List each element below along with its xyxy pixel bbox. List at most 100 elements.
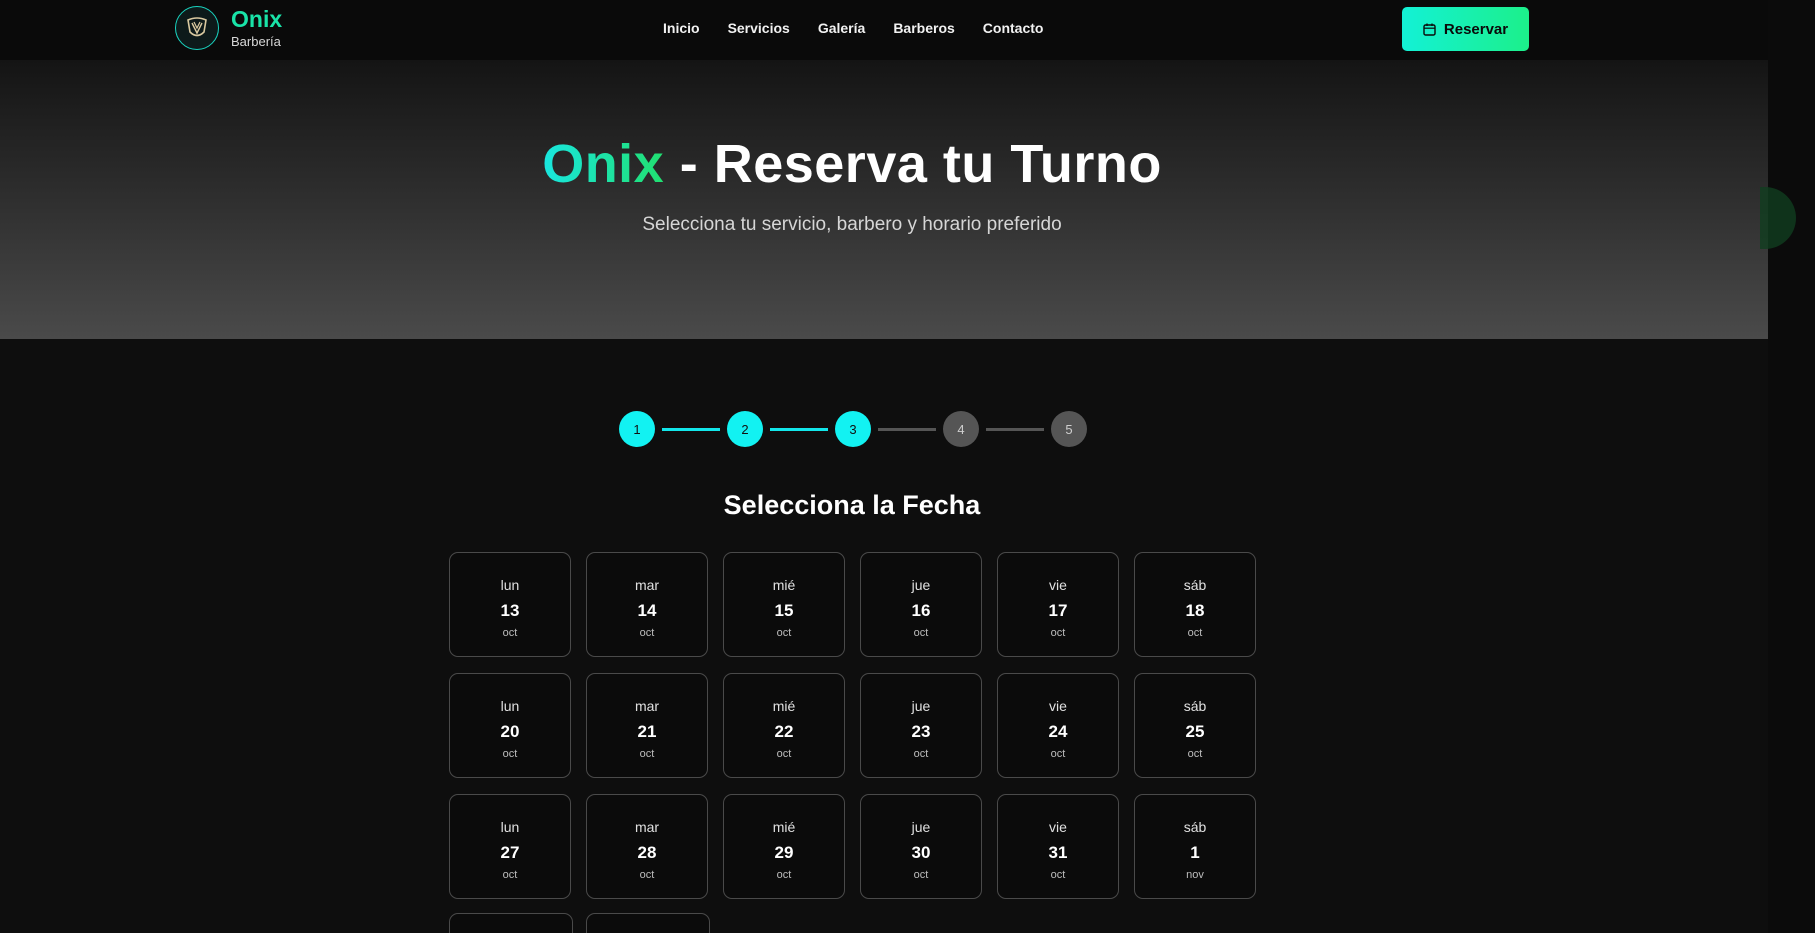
date-day-number: 1 xyxy=(1190,843,1200,862)
date-month: oct xyxy=(639,748,655,760)
nav-item-galeria[interactable]: Galería xyxy=(818,20,865,36)
step-connector xyxy=(878,427,936,431)
date-day-number: 27 xyxy=(500,843,520,862)
date-weekday: mié xyxy=(772,819,796,835)
main-nav: Inicio Servicios Galería Barberos Contac… xyxy=(663,20,1071,36)
date-day-number: 13 xyxy=(500,601,520,620)
date-day-number: 22 xyxy=(774,722,794,741)
date-weekday: jue xyxy=(911,577,931,593)
date-month: oct xyxy=(1187,748,1203,760)
date-card[interactable]: vie 17 oct xyxy=(997,552,1119,657)
date-card[interactable]: sáb 18 oct xyxy=(1134,552,1256,657)
title-rest: - Reserva tu Turno xyxy=(664,134,1162,194)
date-day-number: 17 xyxy=(1048,601,1068,620)
date-card[interactable]: mar 28 oct xyxy=(586,794,708,899)
brand-subtitle: Barbería xyxy=(231,34,281,49)
date-card-partial[interactable] xyxy=(586,913,710,933)
date-month: oct xyxy=(502,869,518,881)
date-card[interactable]: jue 16 oct xyxy=(860,552,982,657)
step-3[interactable]: 3 xyxy=(835,411,871,447)
step-connector xyxy=(770,427,828,431)
date-day-number: 14 xyxy=(637,601,657,620)
date-day-number: 23 xyxy=(911,722,931,741)
site-header: Onix Barbería Inicio Servicios Galería B… xyxy=(0,0,1768,60)
date-day-number: 16 xyxy=(911,601,931,620)
date-month: oct xyxy=(1187,627,1203,639)
date-month: oct xyxy=(502,748,518,760)
reserve-button-label: Reservar xyxy=(1443,20,1509,38)
date-day-number: 15 xyxy=(774,601,794,620)
calendar-icon xyxy=(1423,23,1436,36)
reserve-button[interactable]: Reservar xyxy=(1402,7,1529,51)
date-day-number: 30 xyxy=(911,843,931,862)
date-card[interactable]: mié 29 oct xyxy=(723,794,845,899)
section-title: Selecciona la Fecha xyxy=(723,490,981,520)
date-day-number: 24 xyxy=(1048,722,1068,741)
date-card[interactable]: mié 22 oct xyxy=(723,673,845,778)
date-weekday: mar xyxy=(634,819,660,835)
date-weekday: sáb xyxy=(1183,577,1207,593)
step-connector xyxy=(986,427,1044,431)
date-weekday: vie xyxy=(1049,819,1067,835)
date-weekday: lun xyxy=(500,577,520,593)
date-month: oct xyxy=(502,627,518,639)
date-weekday: mié xyxy=(772,577,796,593)
scroll-gutter xyxy=(1768,0,1815,933)
step-1[interactable]: 1 xyxy=(619,411,655,447)
title-accent: Onix xyxy=(542,134,665,194)
date-day-number: 21 xyxy=(637,722,657,741)
date-weekday: sáb xyxy=(1183,819,1207,835)
page-title: Onix - Reserva tu Turno xyxy=(0,133,1704,195)
date-month: oct xyxy=(913,627,929,639)
date-weekday: mar xyxy=(634,577,660,593)
date-card[interactable]: sáb 25 oct xyxy=(1134,673,1256,778)
nav-item-contacto[interactable]: Contacto xyxy=(983,20,1044,36)
step-4: 4 xyxy=(943,411,979,447)
step-2[interactable]: 2 xyxy=(727,411,763,447)
date-day-number: 18 xyxy=(1185,601,1205,620)
date-month: oct xyxy=(1050,869,1066,881)
date-month: oct xyxy=(913,748,929,760)
date-card-partial[interactable] xyxy=(449,913,573,933)
date-month: oct xyxy=(639,627,655,639)
nav-item-servicios[interactable]: Servicios xyxy=(728,20,790,36)
date-weekday: vie xyxy=(1049,698,1067,714)
date-day-number: 20 xyxy=(500,722,520,741)
date-card[interactable]: jue 23 oct xyxy=(860,673,982,778)
date-card[interactable]: vie 24 oct xyxy=(997,673,1119,778)
date-weekday: vie xyxy=(1049,577,1067,593)
date-card[interactable]: mar 21 oct xyxy=(586,673,708,778)
date-month: oct xyxy=(1050,748,1066,760)
date-card[interactable]: mar 14 oct xyxy=(586,552,708,657)
brand-name: Onix xyxy=(231,6,283,32)
page-subtitle: Selecciona tu servicio, barbero y horari… xyxy=(642,214,1062,235)
date-weekday: mar xyxy=(634,698,660,714)
nav-item-inicio[interactable]: Inicio xyxy=(663,20,700,36)
date-card[interactable]: lun 27 oct xyxy=(449,794,571,899)
step-5: 5 xyxy=(1051,411,1087,447)
brand-logo[interactable]: Onix Barbería xyxy=(175,6,282,50)
date-month: oct xyxy=(913,869,929,881)
nav-item-barberos[interactable]: Barberos xyxy=(893,20,954,36)
date-grid: lun 13 oct mar 14 oct mié 15 oct jue 16 oct vie 17 oct… xyxy=(449,552,1256,899)
date-month: oct xyxy=(1050,627,1066,639)
date-weekday: sáb xyxy=(1183,698,1207,714)
date-day-number: 25 xyxy=(1185,722,1205,741)
date-month: oct xyxy=(776,627,792,639)
date-card[interactable]: lun 20 oct xyxy=(449,673,571,778)
page: Onix Barbería Inicio Servicios Galería B… xyxy=(0,0,1768,933)
shield-logo-icon xyxy=(175,6,219,50)
booking-stepper: 1 2 3 4 5 xyxy=(619,411,1087,447)
date-weekday: lun xyxy=(500,698,520,714)
date-card[interactable]: mié 15 oct xyxy=(723,552,845,657)
date-month: nov xyxy=(1186,869,1204,881)
date-weekday: jue xyxy=(911,698,931,714)
date-card[interactable]: lun 13 oct xyxy=(449,552,571,657)
date-month: oct xyxy=(776,748,792,760)
date-card[interactable]: vie 31 oct xyxy=(997,794,1119,899)
date-card[interactable]: sáb 1 nov xyxy=(1134,794,1256,899)
date-weekday: lun xyxy=(500,819,520,835)
date-card[interactable]: jue 30 oct xyxy=(860,794,982,899)
date-day-number: 31 xyxy=(1048,843,1068,862)
date-day-number: 29 xyxy=(774,843,794,862)
